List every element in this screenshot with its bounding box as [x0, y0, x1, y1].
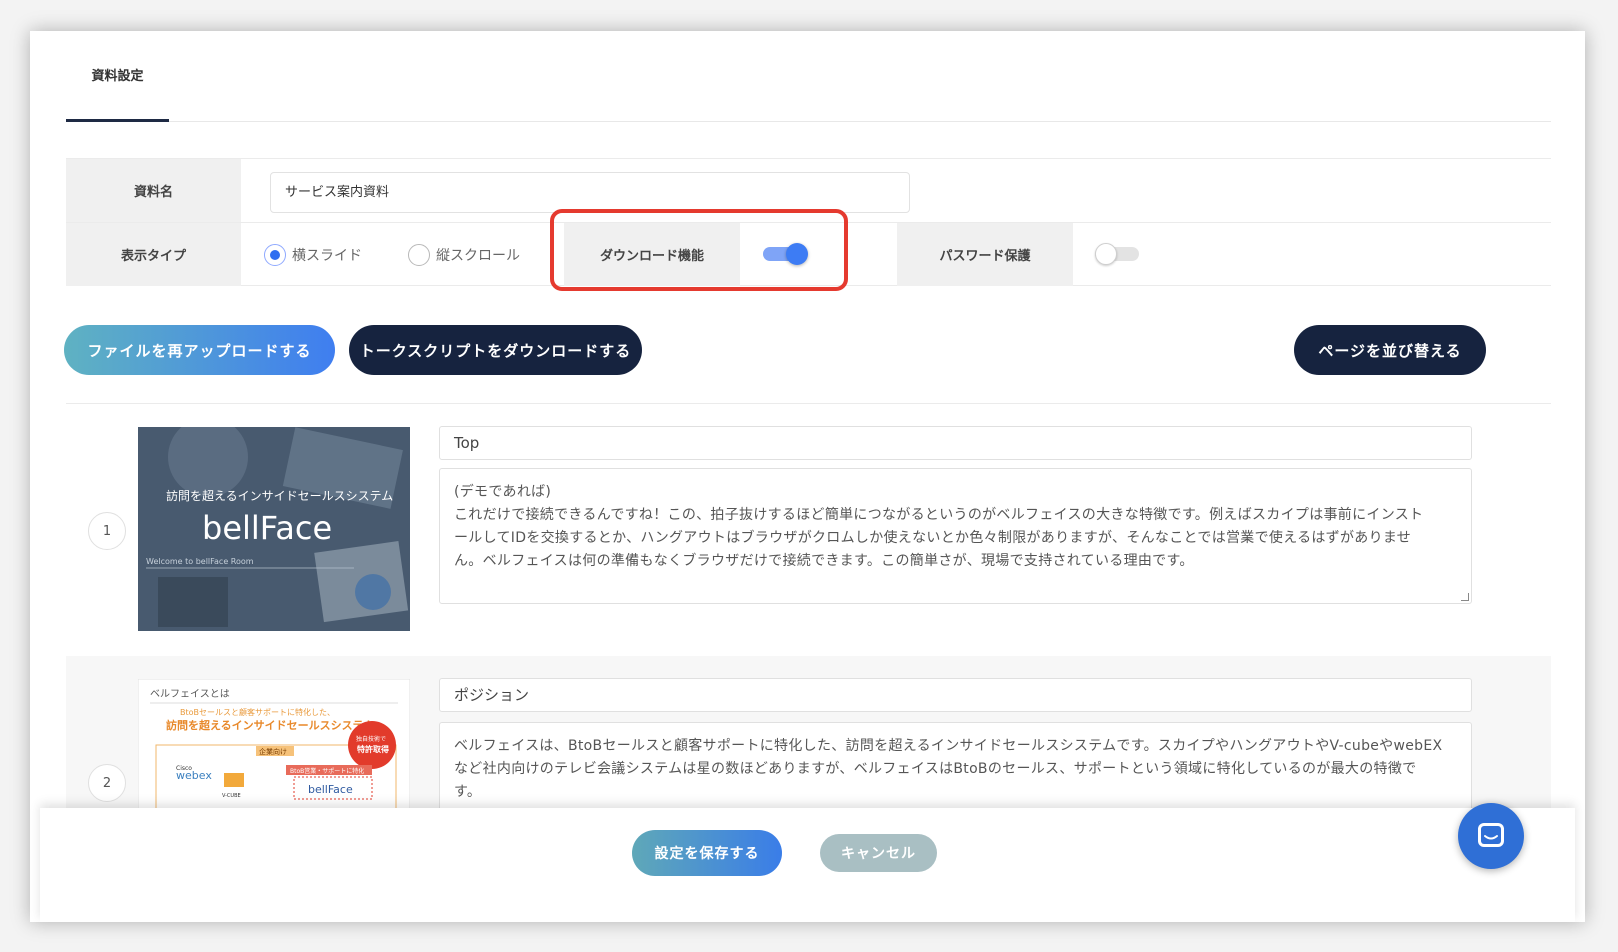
- thumb-welcome: Welcome to bellFace Room: [146, 557, 254, 566]
- note-line: など社内向けのテレビ会議システムは星の数ほどありますが、ベルフェイスはBtoBの…: [454, 761, 1417, 777]
- svg-text:訪問を超えるインサイドセールスシステム: 訪問を超えるインサイドセールスシステム: [166, 718, 374, 732]
- svg-text:特許取得: 特許取得: [357, 744, 389, 754]
- note-line: ベルフェイスは、BtoBセールスと顧客サポートに特化した、訪問を超えるインサイド…: [454, 738, 1443, 754]
- svg-text:webex: webex: [176, 769, 212, 782]
- thumb-logo: bellFace: [202, 509, 332, 547]
- svg-text:BtoBセールスと顧客サポートに特化した、: BtoBセールスと顧客サポートに特化した、: [180, 707, 335, 717]
- page-item: 1 訪問を超えるインサイドセールスシステム bellFace Welcome t…: [66, 404, 1551, 656]
- radio-unchecked-icon[interactable]: [408, 243, 430, 266]
- slide-thumbnail[interactable]: 訪問を超えるインサイドセールスシステム bellFace Welcome to …: [138, 427, 410, 631]
- reorder-pages-button[interactable]: ページを並び替える: [1294, 325, 1486, 375]
- thumb-tagline: 訪問を超えるインサイドセールスシステム: [166, 488, 393, 503]
- page-note-textarea[interactable]: (デモであれば) これだけで接続できるんですね！この、拍子抜けするほど簡単につな…: [439, 468, 1472, 604]
- svg-text:BtoB営業・サポートに特化: BtoB営業・サポートに特化: [290, 767, 364, 775]
- radio-label-vertical: 縦スクロール: [436, 247, 520, 264]
- settings-window: 資料設定 資料名 サービス案内資料 表示タイプ 横スライド 縦スクロール ダウン…: [30, 31, 1585, 922]
- note-line: ん。ベルフェイスは何の準備もなくブラウザだけで接続できます。この簡単さが、現場で…: [454, 553, 1194, 569]
- slide-thumbnail-image: 訪問を超えるインサイドセールスシステム bellFace Welcome to …: [138, 427, 410, 631]
- resize-handle-icon[interactable]: [1461, 593, 1469, 601]
- page-number: 1: [88, 512, 126, 550]
- svg-text:ベルフェイスとは: ベルフェイスとは: [150, 688, 230, 700]
- reupload-button[interactable]: ファイルを再アップロードする: [64, 325, 335, 375]
- svg-text:V-CUBE: V-CUBE: [222, 793, 241, 799]
- page-title-input[interactable]: Top: [439, 426, 1472, 460]
- cancel-button[interactable]: キャンセル: [820, 834, 937, 872]
- tab-document-settings[interactable]: 資料設定: [66, 31, 169, 122]
- note-line: ールしてIDを交換するとか、ハングアウトはブラウザがクロムしか使えないとか色々制…: [454, 530, 1412, 546]
- document-name-input[interactable]: サービス案内資料: [270, 172, 910, 213]
- radio-label-horizontal: 横スライド: [292, 247, 362, 264]
- save-button[interactable]: 設定を保存する: [632, 830, 782, 876]
- tab-bar: 資料設定: [66, 31, 1551, 122]
- highlight-box: [550, 209, 848, 291]
- name-label: 資料名: [66, 159, 241, 222]
- note-line: (デモであれば): [454, 484, 552, 500]
- radio-vertical-scroll[interactable]: 縦スクロール: [408, 223, 520, 286]
- note-line: す。: [454, 784, 482, 800]
- chat-button[interactable]: [1458, 803, 1524, 869]
- footer-bar: 設定を保存する キャンセル: [40, 808, 1575, 922]
- toggle-knob: [1095, 243, 1117, 265]
- radio-horizontal-slide[interactable]: 横スライド: [264, 223, 362, 286]
- note-line: これだけで接続できるんですね！この、拍子抜けするほど簡単につながるというのがベル…: [454, 507, 1424, 523]
- svg-text:bellFace: bellFace: [308, 783, 353, 796]
- radio-checked-icon[interactable]: [264, 243, 286, 266]
- chat-icon: [1478, 823, 1504, 847]
- svg-text:独自技術で: 独自技術で: [356, 735, 386, 743]
- password-label: パスワード保護: [897, 223, 1073, 286]
- svg-text:企業向け: 企業向け: [259, 747, 287, 756]
- display-type-label: 表示タイプ: [66, 223, 241, 286]
- page-title-input[interactable]: ポジション: [439, 678, 1472, 712]
- password-toggle[interactable]: [1095, 243, 1139, 265]
- download-script-button[interactable]: トークスクリプトをダウンロードする: [349, 325, 642, 375]
- page-number: 2: [88, 764, 126, 802]
